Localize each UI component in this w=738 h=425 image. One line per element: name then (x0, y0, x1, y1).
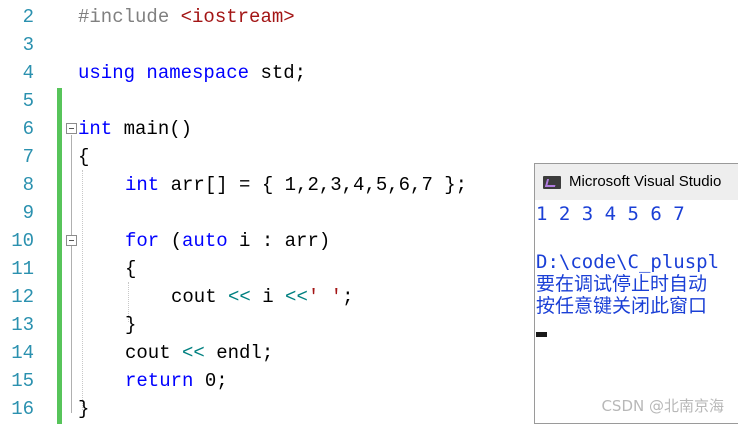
code-line-15: return 0; (125, 367, 228, 395)
keyword: auto (182, 230, 228, 252)
code-line-6: int main() (78, 115, 192, 143)
keyword: for (125, 230, 160, 252)
console-output-line: 按任意键关闭此窗口 (536, 295, 708, 317)
line-number: 6 (22, 118, 34, 140)
line-number: 3 (22, 34, 34, 56)
keyword: return (125, 370, 194, 392)
line-number: 7 (22, 146, 34, 168)
console-output-line: 1 2 3 4 5 6 7 (536, 203, 685, 225)
code-line-11: { (125, 258, 137, 280)
code-line-10: for (auto i : arr) (125, 227, 330, 255)
code-text: endl; (204, 342, 274, 364)
line-number: 2 (22, 6, 34, 28)
line-number: 9 (22, 202, 34, 224)
code-text: std; (249, 62, 307, 84)
code-text: 0; (193, 370, 228, 392)
keyword: int (78, 118, 113, 140)
line-number-gutter: 2 3 4 5 6 7 8 9 10 11 12 13 14 15 16 (0, 0, 44, 424)
operator: << (228, 286, 251, 308)
code-text: ; (342, 286, 354, 308)
collapse-main-icon[interactable] (66, 123, 77, 134)
code-text: arr[] = { 1,2,3,4,5,6,7 }; (159, 174, 468, 196)
line-number: 5 (22, 90, 34, 112)
change-indicator-bar (57, 88, 62, 424)
code-text: cout (171, 286, 229, 308)
line-number: 15 (11, 370, 34, 392)
console-output-line: D:\code\C_pluspl (536, 251, 720, 273)
keyword: int (125, 174, 160, 196)
line-number: 8 (22, 174, 34, 196)
code-text: i : arr) (227, 230, 331, 252)
line-number: 11 (11, 258, 34, 280)
operator: << (182, 342, 205, 364)
watermark: CSDN @北南京海 (601, 397, 724, 415)
include-header: <iostream> (180, 6, 295, 28)
fold-line (71, 247, 72, 327)
code-text: main() (112, 118, 193, 140)
operator: << (285, 286, 308, 308)
code-line-14: cout << endl; (125, 339, 273, 367)
line-number: 16 (11, 398, 34, 420)
code-line-2: #include <iostream> (78, 3, 295, 31)
code-line-4: using namespace std; (78, 59, 306, 87)
collapse-for-icon[interactable] (66, 235, 77, 246)
code-line-12: cout << i <<' '; (171, 283, 353, 311)
console-output[interactable]: 1 2 3 4 5 6 7 D:\code\C_pluspl 要在调试停止时自动… (535, 200, 738, 425)
code-line-16: } (78, 398, 90, 420)
line-number: 13 (11, 314, 34, 336)
preprocessor-directive: #include (78, 6, 181, 28)
code-line-13: } (125, 314, 137, 336)
debug-console-window[interactable]: Microsoft Visual Studio 1 2 3 4 5 6 7 D:… (534, 163, 738, 424)
visual-studio-icon (543, 176, 561, 189)
code-text: i (250, 286, 286, 308)
line-number: 12 (11, 286, 34, 308)
console-title-bar[interactable]: Microsoft Visual Studio (535, 164, 738, 200)
code-line-7: { (78, 146, 90, 168)
indent-guide (82, 170, 83, 410)
console-output-line: 要在调试停止时自动 (536, 273, 708, 295)
code-text: cout (125, 342, 183, 364)
code-line-8: int arr[] = { 1,2,3,4,5,6,7 }; (125, 171, 467, 199)
line-number: 4 (22, 62, 34, 84)
console-title: Microsoft Visual Studio (569, 173, 722, 190)
line-number: 14 (11, 342, 34, 364)
code-text: ( (159, 230, 183, 252)
line-number: 10 (11, 230, 34, 252)
keyword: namespace (146, 62, 250, 84)
keyword: using (78, 62, 136, 84)
console-cursor (536, 332, 547, 337)
char-literal: ' ' (307, 286, 343, 308)
